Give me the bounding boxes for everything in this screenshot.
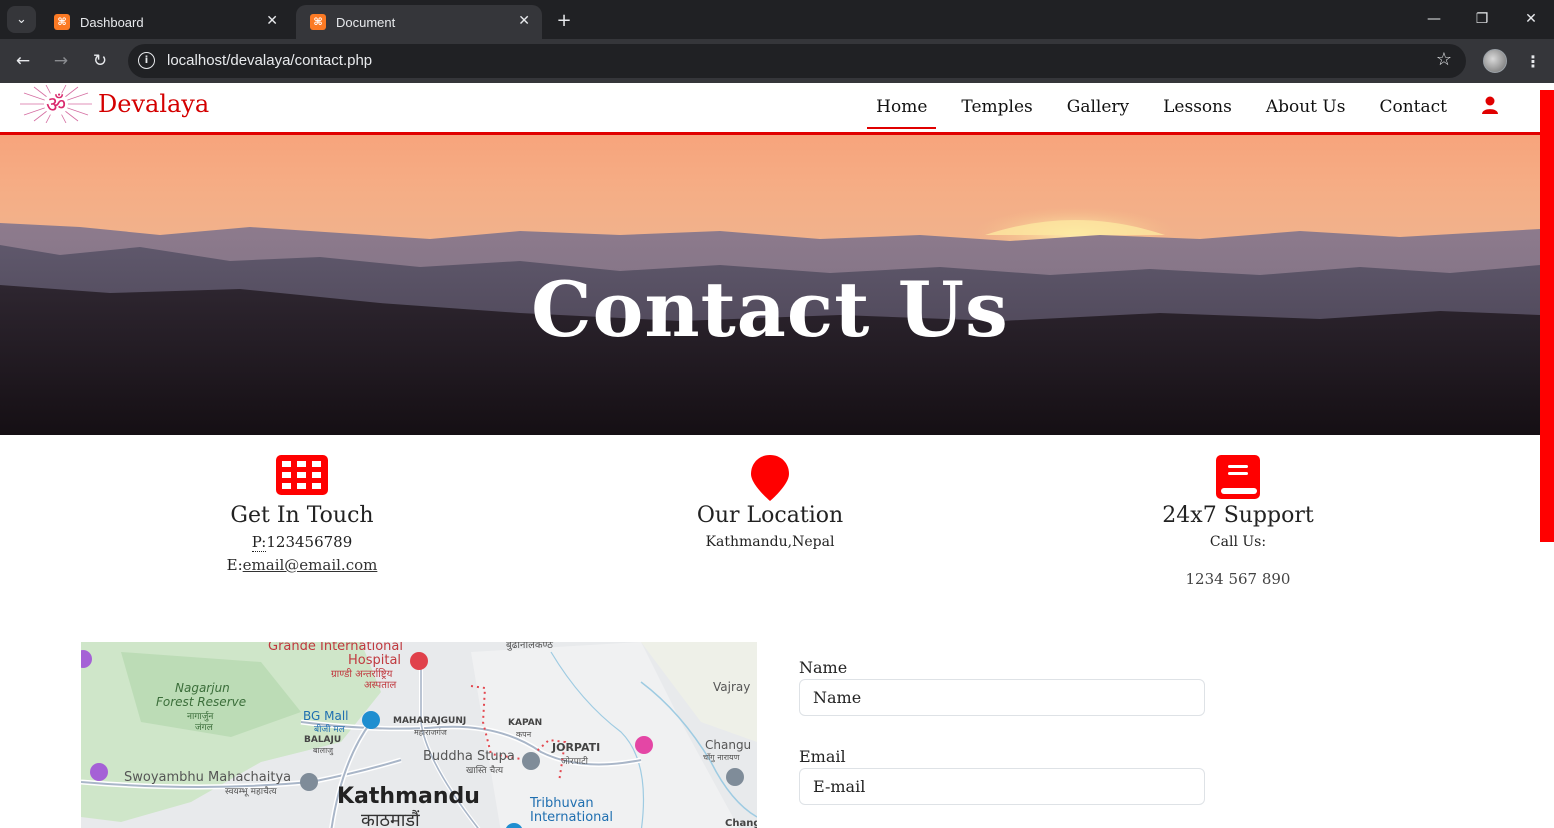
map-label: International — [530, 810, 613, 825]
more-menu-icon[interactable]: ⋮ — [1524, 49, 1542, 73]
window-close-icon[interactable]: ✕ — [1517, 7, 1545, 31]
map-label: बुढानीलकण्ठ — [506, 642, 553, 651]
url-text[interactable]: localhost/devalaya/contact.php — [167, 52, 372, 69]
map-label: बीजी मल — [314, 725, 345, 735]
grid-icon — [276, 455, 328, 495]
site-info-icon[interactable]: i — [138, 52, 155, 69]
brand-name: Devalaya — [98, 90, 210, 118]
map-label: JORPATI — [552, 741, 601, 754]
nav-home[interactable]: Home — [859, 87, 944, 129]
map-label: अस्पताल — [364, 680, 397, 691]
svg-text:ॐ: ॐ — [46, 93, 66, 118]
our-location-card: Our Location Kathmandu,Nepal — [605, 455, 935, 554]
minimize-icon[interactable]: — — [1420, 7, 1448, 31]
xampp-favicon-icon: ⌘ — [54, 14, 70, 30]
address-bar[interactable]: i localhost/devalaya/contact.php ☆ — [128, 44, 1466, 78]
email-line: E:email@email.com — [137, 554, 467, 577]
map-label: Forest Reserve — [156, 695, 247, 709]
map-label: खास्ति चैत्य — [466, 766, 504, 776]
map-label: जंगल — [195, 723, 213, 733]
tab-title: Document — [336, 14, 396, 30]
user-icon[interactable] — [1480, 95, 1500, 115]
brand[interactable]: ॐ Devalaya — [16, 85, 209, 123]
phone-number: 123456789 — [266, 533, 353, 551]
nav-lessons[interactable]: Lessons — [1146, 87, 1249, 129]
bookmark-star-icon[interactable]: ☆ — [1436, 49, 1452, 70]
contact-form: Name Email — [799, 658, 1205, 805]
page-viewport: ॐ Devalaya Home Temples Gallery Lessons … — [0, 83, 1540, 828]
get-in-touch-card: Get In Touch P:123456789 E:email@email.c… — [137, 455, 467, 577]
map-label: BG Mall — [303, 709, 349, 723]
map-label: बालाजु — [313, 746, 334, 755]
nav-about-us[interactable]: About Us — [1249, 87, 1363, 129]
page-title: Contact Us — [531, 265, 1009, 354]
embedded-map[interactable]: Grande International Hospital ग्राण्डी अ… — [81, 642, 757, 828]
support-card: 24x7 Support Call Us: 1234 567 890 — [1073, 455, 1403, 591]
map-label: महाराजगंज — [414, 728, 447, 737]
map-label: चाँगु नारायण — [703, 753, 740, 762]
hero-banner: Contact Us — [0, 135, 1540, 435]
map-label: Kathmandu — [337, 784, 480, 809]
get-in-touch-title: Get In Touch — [230, 503, 374, 528]
map-label: Buddha Stupa — [423, 749, 515, 764]
email-label: Email — [799, 747, 846, 766]
our-location-title: Our Location — [696, 503, 844, 528]
close-icon[interactable]: ✕ — [266, 13, 278, 29]
browser-tab-bar: ⌄ ⌘ Dashboard ✕ ⌘ Document ✕ + — ❐ ✕ — [0, 0, 1554, 39]
support-title: 24x7 Support — [1162, 503, 1314, 528]
tab-title: Dashboard — [80, 14, 144, 30]
browser-toolbar: ← → ↻ i localhost/devalaya/contact.php ☆… — [0, 39, 1554, 83]
profile-avatar[interactable] — [1483, 49, 1507, 73]
address-text: Kathmandu,Nepal — [705, 534, 835, 550]
map-label: काठमाडौं — [361, 810, 420, 828]
map-label: BALAJU — [304, 735, 342, 745]
map-label: Changun — [725, 818, 757, 828]
new-tab-icon[interactable]: + — [552, 8, 576, 32]
map-label: जोरपाटी — [561, 757, 589, 767]
email-input[interactable] — [799, 768, 1205, 805]
map-label: Tribhuvan — [530, 796, 594, 811]
map-label: Vajray — [713, 680, 751, 694]
map-label: कपन — [516, 730, 532, 739]
map-pin-icon — [751, 455, 789, 501]
nav-gallery[interactable]: Gallery — [1050, 87, 1146, 129]
map-label: Nagarjun — [175, 681, 230, 695]
map-label: स्वयम्भू महाचैत्य — [225, 787, 277, 797]
xampp-favicon-icon: ⌘ — [310, 14, 326, 30]
scrollbar-thumb[interactable] — [1540, 90, 1554, 542]
browser-tab-document[interactable]: ⌘ Document ✕ — [296, 5, 542, 39]
phone-abbr: P: — [251, 533, 267, 552]
name-label: Name — [799, 658, 848, 677]
map-label: MAHARAJGUNJ — [393, 716, 467, 726]
reload-icon[interactable]: ↻ — [87, 48, 113, 74]
name-input[interactable] — [799, 679, 1205, 716]
close-icon[interactable]: ✕ — [518, 13, 530, 29]
map-label: Changu — [705, 738, 752, 752]
om-logo-icon: ॐ — [20, 85, 92, 123]
email-link[interactable]: email@email.com — [243, 556, 378, 574]
tab-list-icon[interactable]: ⌄ — [7, 6, 36, 33]
site-header: ॐ Devalaya Home Temples Gallery Lessons … — [0, 83, 1540, 135]
call-us-label: Call Us: — [1209, 534, 1267, 550]
browser-tab-dashboard[interactable]: ⌘ Dashboard ✕ — [40, 5, 290, 39]
main-nav: Home Temples Gallery Lessons About Us Co… — [859, 83, 1500, 132]
book-icon — [1216, 455, 1260, 499]
map-label: Swoyambhu Mahachaitya — [124, 770, 292, 785]
phone-line: P:123456789 — [137, 531, 467, 554]
map-label: KAPAN — [508, 718, 543, 728]
nav-temples[interactable]: Temples — [944, 87, 1049, 129]
forward-icon[interactable]: → — [48, 48, 74, 74]
restore-icon[interactable]: ❐ — [1468, 7, 1496, 31]
support-phone: 1234 567 890 — [1185, 570, 1291, 588]
back-icon[interactable]: ← — [10, 48, 36, 74]
email-prefix: E: — [226, 556, 243, 574]
nav-contact[interactable]: Contact — [1362, 87, 1464, 129]
